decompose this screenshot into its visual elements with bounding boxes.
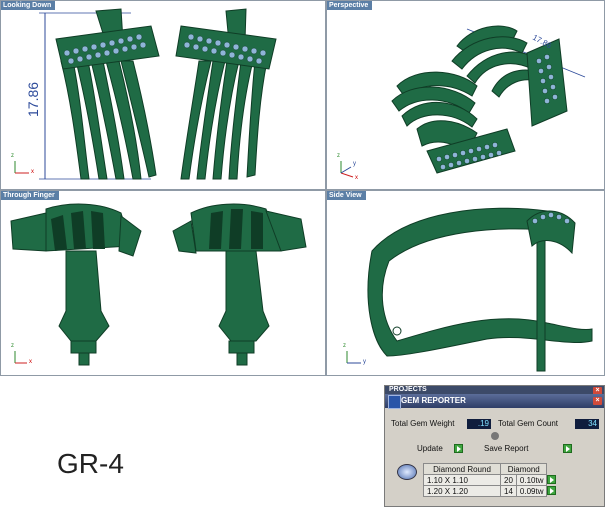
viewport-side-view[interactable]: Side View z y <box>326 190 605 376</box>
save-report-play-icon[interactable] <box>563 444 572 453</box>
gem-table: Diamond Round Diamond 1.10 X 1.10 20 0.1… <box>423 463 557 497</box>
gem-row-play-icon[interactable] <box>547 474 557 484</box>
viewport-through-finger[interactable]: Through Finger z x <box>0 190 326 376</box>
ring-side-view <box>346 207 593 372</box>
axis-y-label: y <box>353 161 356 167</box>
gem-size: 1.10 X 1.10 <box>423 474 501 486</box>
axis-z-label: z <box>11 343 14 349</box>
gem-reporter-title: GEM REPORTER <box>401 396 466 405</box>
axis-z-label: z <box>11 153 14 159</box>
gem-count: 14 <box>500 485 517 497</box>
viewport-looking-down[interactable]: Looking Down 17.86 z x <box>0 0 326 190</box>
gem-weight: 0.09tw <box>515 485 548 497</box>
update-button[interactable]: Update <box>417 443 443 454</box>
projects-bar: PROJECTS × <box>385 386 604 395</box>
gem-reporter-close-button[interactable]: × <box>593 397 602 405</box>
projects-label: PROJECTS <box>389 386 427 393</box>
gem-header-spacer <box>547 464 557 475</box>
total-count-label: Total Gem Count <box>498 419 559 428</box>
total-weight-value: .19 <box>467 419 491 429</box>
gem-count: 20 <box>500 474 517 486</box>
axis-x-label: x <box>355 175 358 181</box>
ring-front-view <box>10 203 307 366</box>
ring-perspective-view <box>340 25 586 178</box>
total-weight-label: Total Gem Weight <box>391 419 455 428</box>
model-label: GR-4 <box>57 448 124 479</box>
gem-reporter-panel: PROJECTS × GEM REPORTER × Total Gem Weig… <box>384 385 605 507</box>
table-row: 1.10 X 1.10 20 0.10tw <box>423 474 557 486</box>
axis-y-label: y <box>363 359 366 365</box>
axis-z-label: z <box>343 343 346 349</box>
row-action <box>547 485 557 497</box>
dimension-label: 17.86 <box>25 81 41 117</box>
collapse-handle[interactable] <box>491 432 499 440</box>
total-count-value: 34 <box>575 419 599 429</box>
diamond-icon <box>397 464 417 480</box>
gem-header-shape: Diamond Round <box>423 463 501 475</box>
gem-row-play-icon[interactable] <box>547 485 557 495</box>
viewport-perspective[interactable]: Perspective 17.86 z y x <box>326 0 605 190</box>
axis-x-label: x <box>29 359 32 365</box>
gem-reporter-icon <box>388 395 401 409</box>
table-row: 1.20 X 1.20 14 0.09tw <box>423 485 557 497</box>
gem-size: 1.20 X 1.20 <box>423 485 501 497</box>
row-action <box>547 474 557 486</box>
ring-top-view <box>14 8 277 180</box>
axis-x-label: x <box>31 169 34 175</box>
gem-header-type: Diamond <box>499 463 548 475</box>
save-report-button[interactable]: Save Report <box>484 443 528 454</box>
axis-z-label: z <box>337 153 340 159</box>
gem-weight: 0.10tw <box>515 474 548 486</box>
gem-reporter-header: GEM REPORTER × <box>385 394 604 409</box>
update-play-icon[interactable] <box>454 444 463 453</box>
